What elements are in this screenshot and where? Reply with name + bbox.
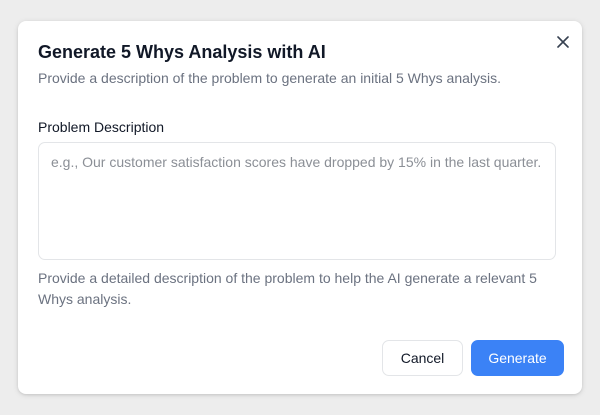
dialog-title: Generate 5 Whys Analysis with AI	[38, 42, 326, 62]
generate-button[interactable]: Generate	[471, 340, 564, 376]
modal-backdrop: Generate 5 Whys Analysis with AI Provide…	[0, 0, 600, 415]
problem-description-input[interactable]	[38, 142, 556, 260]
generate-5-whys-dialog: Generate 5 Whys Analysis with AI Provide…	[18, 21, 582, 394]
close-icon	[557, 36, 569, 48]
cancel-button[interactable]: Cancel	[382, 340, 463, 376]
problem-description-label: Problem Description	[38, 119, 165, 135]
close-button[interactable]	[554, 33, 572, 51]
dialog-subtitle: Provide a description of the problem to …	[38, 70, 502, 86]
problem-description-help: Provide a detailed description of the pr…	[38, 270, 537, 307]
